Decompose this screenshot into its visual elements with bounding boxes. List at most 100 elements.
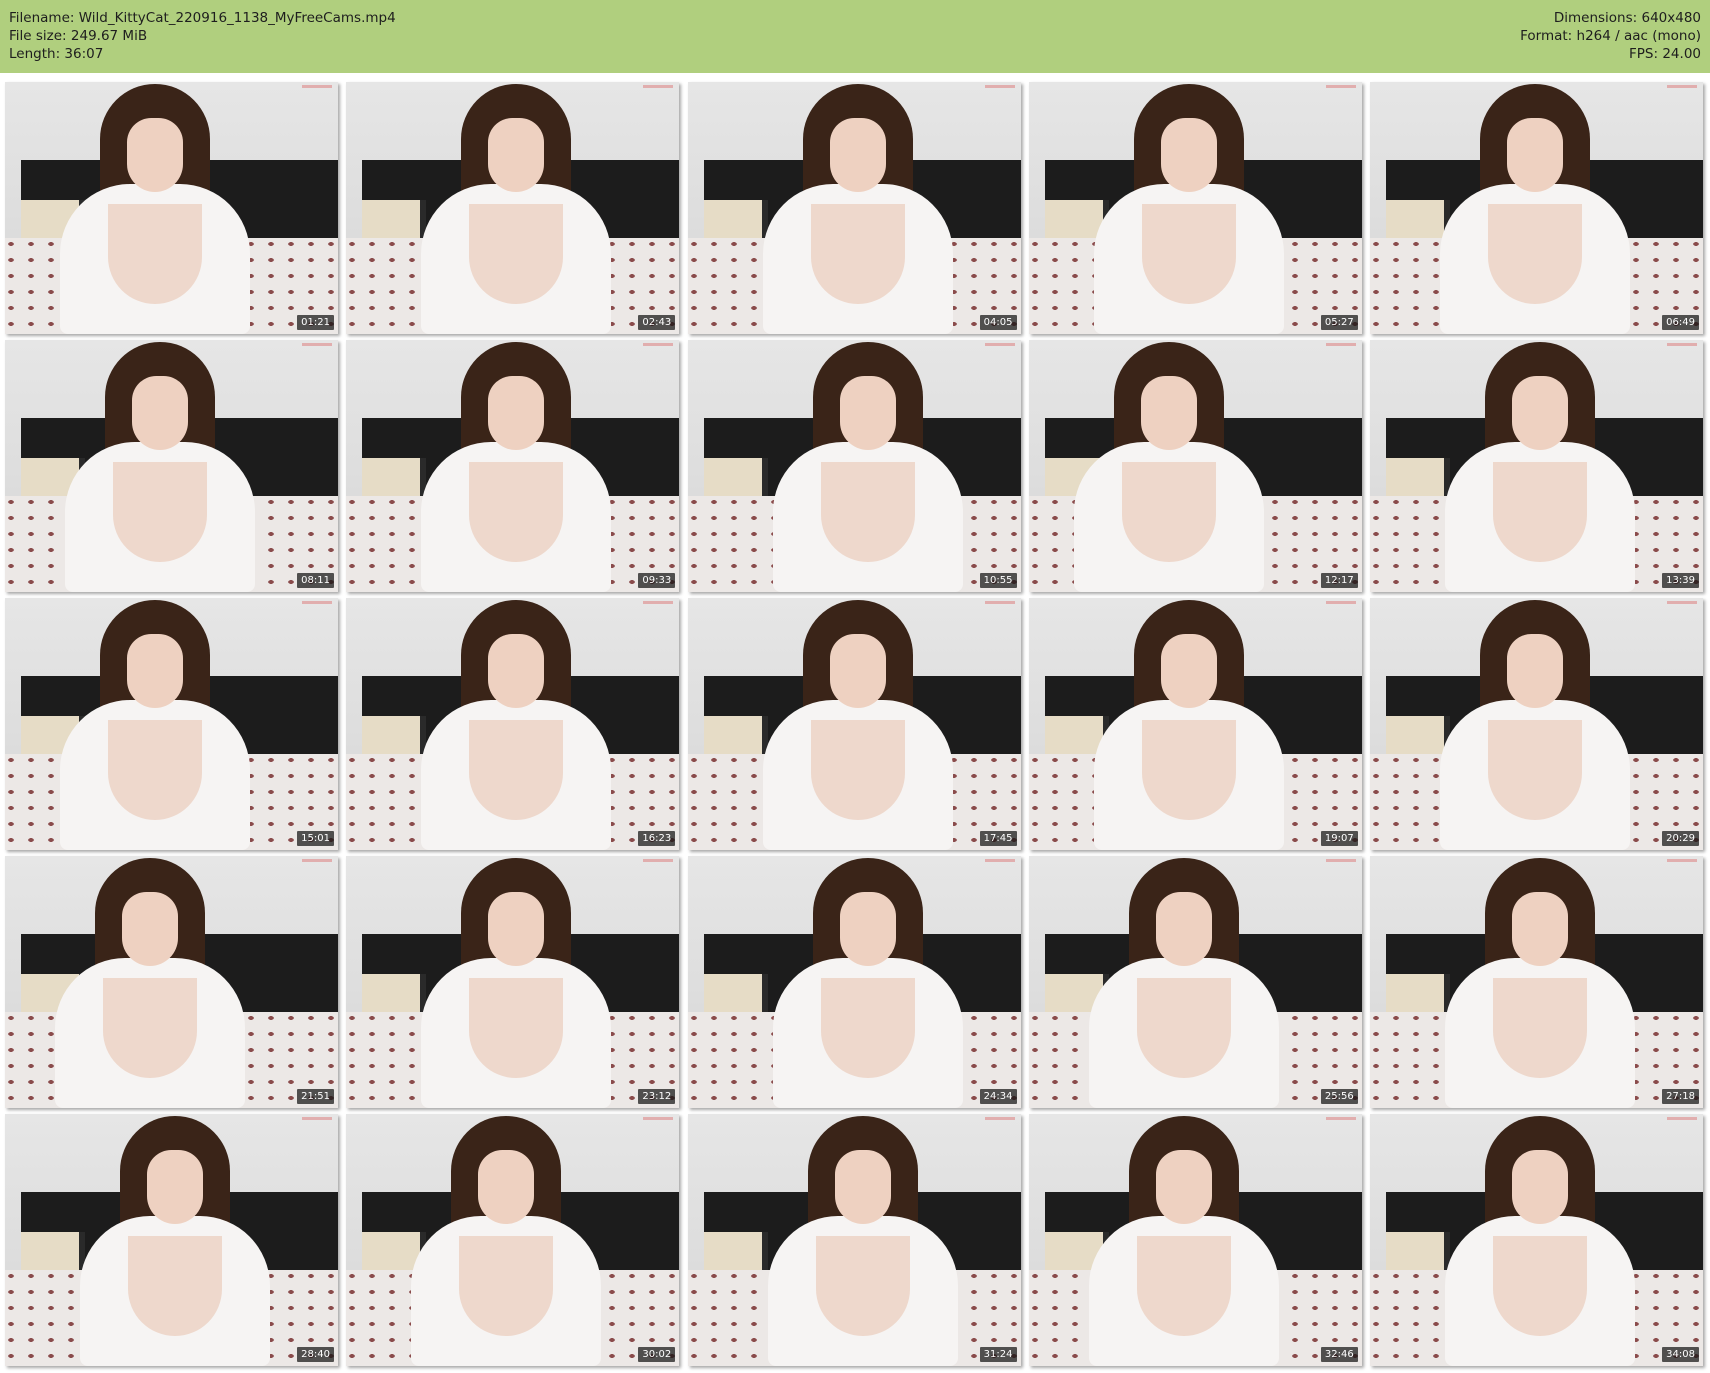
frame-figure-face [127,634,183,708]
frame-figure-neckline [1493,978,1587,1078]
watermark-mark [643,601,674,604]
video-thumbnail[interactable]: 04:05 [687,82,1021,334]
frame-figure-face [1507,634,1563,708]
watermark-mark [302,601,332,604]
frame-figure-neckline [108,204,202,304]
watermark-mark [1667,859,1697,862]
video-thumbnail[interactable]: 17:45 [687,598,1021,850]
video-thumbnail[interactable]: 27:18 [1370,856,1703,1108]
watermark-mark [1325,85,1356,88]
video-thumbnail[interactable]: 06:49 [1370,82,1703,334]
video-thumbnail[interactable]: 15:01 [5,598,338,850]
frame-figure-face [132,376,188,450]
frame-figure-neckline [1493,462,1587,562]
length-text: Length: 36:07 [9,46,104,62]
frame-figure-neckline [128,1236,222,1336]
video-thumbnail[interactable]: 13:39 [1370,340,1703,592]
frame-figure-neckline [1488,204,1582,304]
format-text: Format: h264 / aac (mono) [1520,28,1701,44]
frame-figure-neckline [1136,978,1231,1078]
watermark-mark [302,1117,332,1120]
frame-figure-neckline [1121,462,1216,562]
thumbnail-timestamp: 16:23 [638,831,676,846]
video-thumbnail[interactable]: 31:24 [687,1114,1021,1366]
watermark-mark [984,343,1015,346]
frame-figure-face [1512,376,1568,450]
frame-figure-face [1155,892,1212,966]
thumbnail-timestamp: 28:40 [297,1347,334,1362]
thumbnail-timestamp: 31:24 [979,1347,1017,1362]
frame-figure-neckline [459,1236,554,1336]
video-thumbnail[interactable]: 24:34 [687,856,1021,1108]
frame-figure-neckline [469,978,564,1078]
video-thumbnail[interactable]: 09:33 [346,340,680,592]
watermark-mark [302,859,332,862]
thumbnail-timestamp: 13:39 [1662,573,1699,588]
frame-figure-neckline [1141,720,1236,820]
frame-figure-face [1155,1150,1212,1224]
watermark-mark [1325,343,1356,346]
frame-figure-face [147,1150,203,1224]
file-size-text: File size: 249.67 MiB [9,28,148,44]
thumbnail-timestamp: 24:34 [979,1089,1017,1104]
thumbnail-timestamp: 25:56 [1320,1089,1358,1104]
watermark-mark [643,343,674,346]
frame-figure-neckline [1141,204,1236,304]
frame-figure-neckline [820,978,915,1078]
frame-figure-face [1512,892,1568,966]
thumbnail-timestamp: 15:01 [297,831,334,846]
frame-figure-face [478,1150,535,1224]
thumbnail-timestamp: 04:05 [979,315,1017,330]
video-thumbnail[interactable]: 23:12 [346,856,680,1108]
thumbnail-timestamp: 17:45 [979,831,1017,846]
video-thumbnail[interactable]: 21:51 [5,856,338,1108]
info-header: Filename: Wild_KittyCat_220916_1138_MyFr… [0,0,1710,73]
video-thumbnail[interactable]: 02:43 [346,82,680,334]
frame-figure-face [488,376,545,450]
video-thumbnail[interactable]: 08:11 [5,340,338,592]
thumbnail-timestamp: 09:33 [638,573,676,588]
video-thumbnail[interactable]: 32:46 [1028,1114,1362,1366]
watermark-mark [302,343,332,346]
video-thumbnail[interactable]: 05:27 [1028,82,1362,334]
thumbnail-timestamp: 05:27 [1320,315,1358,330]
thumbnail-timestamp: 23:12 [638,1089,676,1104]
thumbnail-timestamp: 21:51 [297,1089,334,1104]
filename-text: Filename: Wild_KittyCat_220916_1138_MyFr… [9,10,396,26]
frame-figure-face [1160,118,1217,192]
thumbnail-grid: 01:21 02:43 04:05 05:27 06:49 08:11 09:33 10:55… [5,82,1707,1372]
video-thumbnail[interactable]: 10:55 [687,340,1021,592]
watermark-mark [984,85,1015,88]
thumbnail-timestamp: 30:02 [638,1347,676,1362]
frame-figure-face [1140,376,1197,450]
thumbnail-timestamp: 20:29 [1662,831,1699,846]
watermark-mark [643,1117,674,1120]
thumbnail-timestamp: 08:11 [297,573,334,588]
video-thumbnail[interactable]: 20:29 [1370,598,1703,850]
video-thumbnail[interactable]: 30:02 [346,1114,680,1366]
video-thumbnail[interactable]: 16:23 [346,598,680,850]
frame-figure-neckline [469,204,564,304]
video-thumbnail[interactable]: 25:56 [1028,856,1362,1108]
frame-figure-neckline [469,462,564,562]
video-thumbnail[interactable]: 19:07 [1028,598,1362,850]
video-thumbnail[interactable]: 28:40 [5,1114,338,1366]
header-right: Dimensions: 640x480 Format: h264 / aac (… [1520,9,1701,63]
video-thumbnail[interactable]: 12:17 [1028,340,1362,592]
frame-figure-neckline [469,720,564,820]
thumbnail-timestamp: 32:46 [1320,1347,1358,1362]
video-thumbnail[interactable]: 01:21 [5,82,338,334]
thumbnail-timestamp: 06:49 [1662,315,1699,330]
watermark-mark [1667,1117,1697,1120]
thumbnail-timestamp: 19:07 [1320,831,1358,846]
video-thumbnail[interactable]: 34:08 [1370,1114,1703,1366]
thumbnail-timestamp: 12:17 [1320,573,1358,588]
frame-figure-face [1512,1150,1568,1224]
watermark-mark [984,859,1015,862]
thumbnail-timestamp: 34:08 [1662,1347,1699,1362]
frame-figure-neckline [815,1236,910,1336]
watermark-mark [302,85,332,88]
frame-figure-face [488,892,545,966]
fps-text: FPS: 24.00 [1629,46,1701,62]
header-left: Filename: Wild_KittyCat_220916_1138_MyFr… [9,9,396,63]
